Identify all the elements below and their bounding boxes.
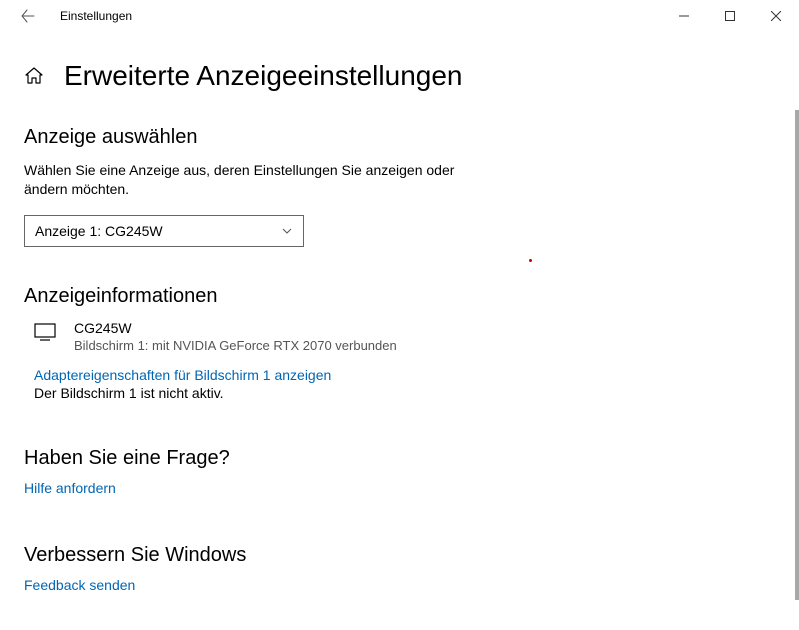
- help-link[interactable]: Hilfe anfordern: [24, 480, 775, 496]
- select-display-title: Anzeige auswählen: [24, 126, 775, 149]
- content-area: Erweiterte Anzeigeeinstellungen Anzeige …: [0, 32, 799, 593]
- maximize-button[interactable]: [707, 0, 753, 32]
- select-display-description: Wählen Sie eine Anzeige aus, deren Einst…: [24, 161, 464, 199]
- cursor-dot-icon: [529, 259, 532, 262]
- display-status: Der Bildschirm 1 ist nicht aktiv.: [34, 385, 775, 401]
- minimize-button[interactable]: [661, 0, 707, 32]
- minimize-icon: [679, 11, 689, 21]
- scrollbar[interactable]: [795, 110, 799, 600]
- display-connection: Bildschirm 1: mit NVIDIA GeForce RTX 207…: [74, 338, 397, 353]
- display-dropdown[interactable]: Anzeige 1: CG245W: [24, 215, 304, 247]
- dropdown-value: Anzeige 1: CG245W: [35, 223, 163, 239]
- display-name: CG245W: [74, 320, 397, 336]
- close-button[interactable]: [753, 0, 799, 32]
- arrow-left-icon: [21, 9, 35, 23]
- chevron-down-icon: [281, 225, 293, 237]
- back-button[interactable]: [14, 2, 42, 30]
- feedback-link[interactable]: Feedback senden: [24, 577, 775, 593]
- titlebar: Einstellungen: [0, 0, 799, 32]
- select-display-section: Anzeige auswählen Wählen Sie eine Anzeig…: [24, 126, 775, 247]
- maximize-icon: [725, 11, 735, 21]
- display-info-text: CG245W Bildschirm 1: mit NVIDIA GeForce …: [74, 320, 397, 353]
- display-info-row: CG245W Bildschirm 1: mit NVIDIA GeForce …: [34, 320, 775, 353]
- improve-section: Verbessern Sie Windows Feedback senden: [24, 544, 775, 593]
- page-header: Erweiterte Anzeigeeinstellungen: [24, 60, 775, 92]
- adapter-properties-link[interactable]: Adaptereigenschaften für Bildschirm 1 an…: [34, 367, 775, 383]
- question-title: Haben Sie eine Frage?: [24, 447, 775, 470]
- display-info-section: Anzeigeinformationen CG245W Bildschirm 1…: [24, 285, 775, 401]
- page-title: Erweiterte Anzeigeeinstellungen: [64, 60, 462, 92]
- improve-title: Verbessern Sie Windows: [24, 544, 775, 567]
- close-icon: [771, 11, 781, 21]
- home-button[interactable]: [24, 66, 44, 86]
- display-info-title: Anzeigeinformationen: [24, 285, 775, 308]
- home-icon: [24, 66, 44, 86]
- window-title: Einstellungen: [60, 9, 132, 23]
- monitor-icon: [34, 323, 56, 346]
- question-section: Haben Sie eine Frage? Hilfe anfordern: [24, 447, 775, 496]
- window-controls: [661, 0, 799, 32]
